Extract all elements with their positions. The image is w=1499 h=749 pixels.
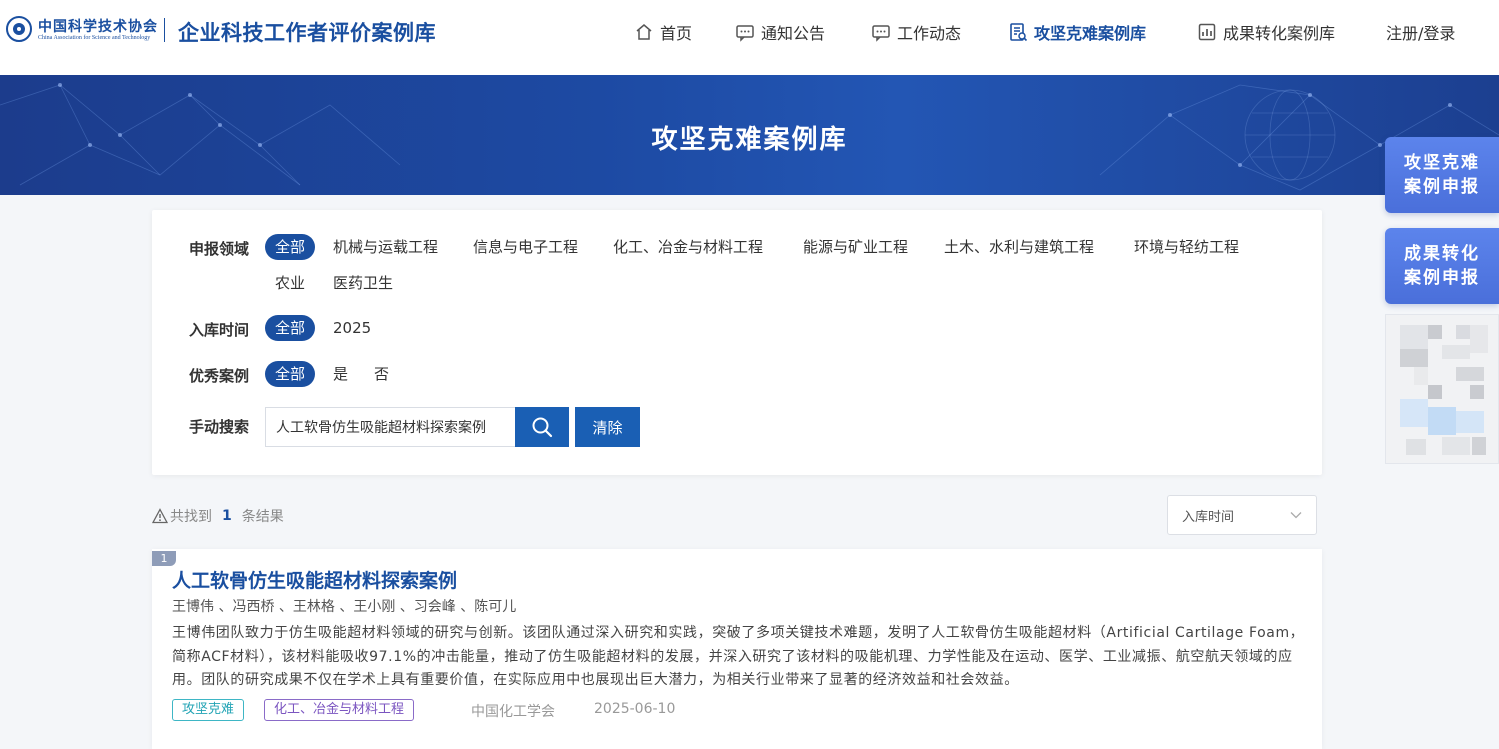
message-icon (736, 25, 754, 42)
banner-title: 攻坚克难案例库 (651, 125, 848, 155)
result-item: 1 人工软骨仿生吸能超材料探索案例 王博伟 、冯西桥 、王林格 、王小刚 、习会… (152, 549, 1322, 749)
field-option-energy[interactable]: 能源与矿业工程 (803, 234, 908, 260)
nav-achievement-cases-label: 成果转化案例库 (1223, 24, 1336, 43)
field-option-agriculture[interactable]: 农业 (275, 270, 305, 296)
apply-tackling-case-button[interactable]: 攻坚克难 案例申报 (1385, 137, 1499, 213)
search-input[interactable] (265, 407, 515, 447)
apply-achievement-case-button[interactable]: 成果转化 案例申报 (1385, 228, 1499, 304)
warning-icon (152, 508, 168, 524)
field-option-all[interactable]: 全部 (265, 234, 316, 260)
nav-news[interactable]: 工作动态 (871, 20, 961, 44)
logo-english-name: China Association for Science and Techno… (38, 35, 151, 41)
category-tag[interactable]: 攻坚克难 (172, 699, 245, 721)
nav-tackling-cases-label: 攻坚克难案例库 (1034, 24, 1147, 43)
apply-tackling-case-line2: 案例申报 (1404, 177, 1480, 197)
sort-select-value: 入库时间 (1182, 509, 1235, 525)
cast-logo[interactable]: 中国科学技术协会 China Association for Science a… (6, 14, 158, 46)
result-description: 王博伟团队致力于仿生吸能超材料领域的研究与创新。该团队通过深入研究和实践，突破了… (172, 625, 1305, 688)
result-count-suffix: 条结果 (241, 509, 284, 525)
apply-achievement-case-line1: 成果转化 (1404, 244, 1480, 264)
sort-select[interactable]: 入库时间 (1167, 495, 1317, 535)
nav-achievement-cases[interactable]: 成果转化案例库 (1197, 20, 1335, 44)
result-date: 2025-06-10 (594, 701, 676, 717)
result-title-link[interactable]: 人工软骨仿生吸能超材料探索案例 (172, 566, 457, 593)
search-icon (532, 417, 553, 438)
chart-icon (1198, 23, 1216, 41)
time-option-2025[interactable]: 2025 (333, 315, 371, 341)
result-index-badge: 1 (152, 551, 176, 566)
field-option-civil[interactable]: 土木、水利与建筑工程 (944, 234, 1094, 260)
login-register-link[interactable]: 注册/登录 (1386, 20, 1455, 44)
qr-code (1385, 314, 1499, 464)
home-icon (636, 24, 652, 40)
time-filter-label: 入库时间 (189, 321, 250, 339)
field-option-chemical[interactable]: 化工、冶金与材料工程 (613, 234, 763, 260)
result-count-number: 1 (222, 508, 232, 524)
nav-notices-label: 通知公告 (761, 24, 826, 43)
field-option-mechanical[interactable]: 机械与运载工程 (333, 234, 438, 260)
result-count-prefix: 共找到 (170, 509, 212, 525)
field-option-medical[interactable]: 医药卫生 (333, 270, 393, 296)
field-option-environment[interactable]: 环境与轻纺工程 (1134, 234, 1239, 260)
excellent-filter-label: 优秀案例 (189, 367, 250, 385)
cast-emblem-icon (6, 16, 32, 42)
search-label: 手动搜索 (189, 418, 250, 436)
result-authors: 王博伟 、冯西桥 、王林格 、王小刚 、习会峰 、陈可儿 (172, 599, 517, 615)
field-tag[interactable]: 化工、冶金与材料工程 (264, 699, 415, 721)
nav-home-label: 首页 (660, 24, 693, 43)
field-filter-label: 申报领域 (189, 240, 250, 258)
field-option-electronic[interactable]: 信息与电子工程 (473, 234, 578, 260)
nav-news-label: 工作动态 (897, 24, 962, 43)
logo-chinese-name: 中国科学技术协会 (38, 19, 158, 35)
nav-tackling-cases[interactable]: 攻坚克难案例库 (1008, 20, 1146, 44)
nav-notices[interactable]: 通知公告 (735, 20, 825, 44)
apply-tackling-case-line1: 攻坚克难 (1404, 153, 1480, 173)
excellent-option-no[interactable]: 否 (374, 361, 389, 387)
page-banner: 攻坚克难案例库 (0, 75, 1499, 195)
chevron-down-icon (1290, 512, 1302, 519)
clear-button[interactable]: 清除 (575, 407, 640, 447)
apply-achievement-case-line2: 案例申报 (1404, 268, 1480, 288)
result-organization: 中国化工学会 (471, 704, 555, 720)
search-button[interactable] (515, 407, 569, 447)
excellent-option-yes[interactable]: 是 (333, 361, 348, 387)
document-icon (1010, 23, 1028, 42)
result-count: 共找到 1 条结果 (152, 506, 284, 526)
time-option-all[interactable]: 全部 (265, 315, 316, 341)
top-navigation: 中国科学技术协会 China Association for Science a… (0, 0, 1499, 76)
logo-divider (164, 18, 165, 42)
site-title[interactable]: 企业科技工作者评价案例库 (178, 17, 436, 47)
filter-panel: 申报领域 全部 机械与运载工程 信息与电子工程 化工、冶金与材料工程 能源与矿业… (152, 210, 1322, 475)
nav-home[interactable]: 首页 (634, 20, 692, 44)
excellent-option-all[interactable]: 全部 (265, 361, 316, 387)
chat-icon (872, 25, 890, 42)
